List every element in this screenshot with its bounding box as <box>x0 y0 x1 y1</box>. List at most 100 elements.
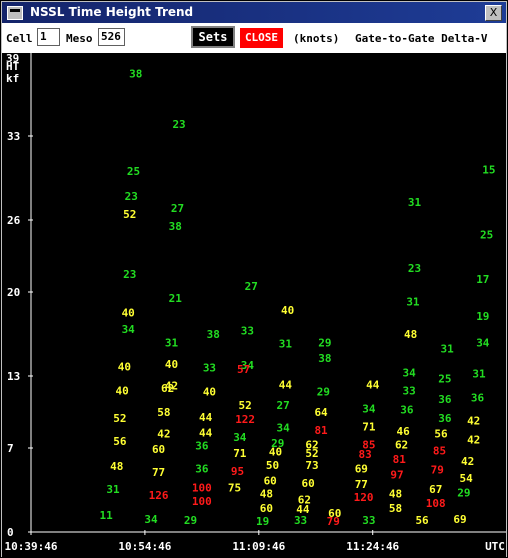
data-point-value: 44 <box>296 503 310 516</box>
window-close-icon[interactable]: X <box>485 5 502 21</box>
data-point-value: 81 <box>314 424 328 437</box>
data-point-value: 48 <box>260 488 273 501</box>
data-point-value: 71 <box>362 420 376 433</box>
meso-label: Meso <box>66 32 93 45</box>
trend-plot: 39 HT kf 33 26 20 13 7 0 10:39:46 10:54:46 11:09:4… <box>2 53 506 558</box>
toolbar: Cell 1 Meso 526 Sets CLOSE (knots) Gate-… <box>2 23 506 53</box>
data-point-value: 120 <box>354 491 374 504</box>
data-point-value: 100 <box>192 482 212 495</box>
data-point-value: 31 <box>408 196 422 209</box>
data-point-value: 60 <box>264 474 277 487</box>
data-point-value: 34 <box>233 431 247 444</box>
y-axis-label: kf <box>6 72 19 85</box>
data-point-value: 54 <box>459 472 473 485</box>
data-point-value: 11 <box>100 509 114 522</box>
data-point-value: 36 <box>195 440 209 453</box>
data-point-value: 31 <box>472 368 486 381</box>
y-tick-label: 0 <box>7 526 14 539</box>
sets-button[interactable]: Sets <box>190 25 236 49</box>
data-point-value: 36 <box>195 462 209 475</box>
mode-label: Gate-to-Gate Delta-V <box>355 32 488 45</box>
data-point-value: 71 <box>233 447 247 460</box>
data-point-value: 36 <box>400 404 414 417</box>
data-point-value: 52 <box>123 208 136 221</box>
window-title: NSSL Time Height Trend <box>30 5 194 19</box>
data-point-value: 77 <box>152 466 165 479</box>
trend-window: NSSL Time Height Trend X Cell 1 Meso 526… <box>0 0 508 558</box>
meso-input[interactable]: 526 <box>98 28 125 46</box>
data-points: 38 25 23 52 23 40 34 40 40 52 56 48 31 11 23 27 38 21 31 40… <box>100 68 496 529</box>
data-point-value: 81 <box>393 453 407 466</box>
units-label: (knots) <box>293 32 340 45</box>
data-point-value: 42 <box>467 434 480 447</box>
data-point-value: 56 <box>113 435 127 448</box>
data-point-value: 34 <box>276 422 290 435</box>
data-point-value: 38 <box>129 68 142 81</box>
data-point-value: 19 <box>476 310 489 323</box>
title-bar[interactable]: NSSL Time Height Trend X <box>2 2 506 23</box>
y-tick-label: 13 <box>7 370 20 383</box>
data-point-value: 79 <box>327 515 340 528</box>
data-point-value: 38 <box>169 220 182 233</box>
trend-chart: 39HTkf3326201370 10:39:46 10:54:46 11:09:4… <box>5 53 506 553</box>
x-unit-label: UTC <box>485 540 505 553</box>
data-point-value: 36 <box>438 393 452 406</box>
cell-input[interactable]: 1 <box>37 28 60 46</box>
window-menu-icon[interactable] <box>7 6 23 20</box>
data-point-value: 42 <box>461 455 474 468</box>
data-point-value: 25 <box>127 165 140 178</box>
data-point-value: 38 <box>318 352 331 365</box>
data-point-value: 31 <box>440 342 454 355</box>
data-point-value: 25 <box>480 228 493 241</box>
data-point-value: 31 <box>279 338 293 351</box>
data-point-value: 44 <box>199 411 213 424</box>
data-point-value: 23 <box>408 262 421 275</box>
data-point-value: 27 <box>171 202 184 215</box>
y-axis-labels: 39HTkf3326201370 <box>6 53 21 539</box>
data-point-value: 34 <box>476 336 490 349</box>
x-tick-label: 10:39:46 <box>5 540 58 553</box>
data-point-value: 52 <box>239 399 252 412</box>
data-point-value: 97 <box>390 468 403 481</box>
data-point-value: 122 <box>235 413 255 426</box>
data-point-value: 31 <box>165 336 179 349</box>
data-point-value: 77 <box>355 478 368 491</box>
data-point-value: 60 <box>152 443 165 456</box>
data-point-value: 40 <box>122 306 135 319</box>
data-point-value: 34 <box>403 366 417 379</box>
data-point-value: 17 <box>476 273 489 286</box>
data-point-value: 33 <box>403 384 416 397</box>
y-tick-label: 7 <box>7 442 14 455</box>
data-point-value: 73 <box>305 459 318 472</box>
data-point-value: 40 <box>115 384 128 397</box>
data-point-value: 42 <box>165 380 178 393</box>
data-point-value: 36 <box>438 412 452 425</box>
data-point-value: 48 <box>110 460 123 473</box>
data-point-value: 75 <box>228 482 241 495</box>
data-point-value: 83 <box>358 448 371 461</box>
data-point-value: 67 <box>429 483 442 496</box>
data-point-value: 33 <box>362 514 375 527</box>
data-point-value: 23 <box>123 268 136 281</box>
data-point-value: 56 <box>415 514 429 527</box>
data-point-value: 23 <box>172 118 185 131</box>
data-point-value: 27 <box>276 399 289 412</box>
close-button[interactable]: CLOSE <box>240 28 283 48</box>
y-tick-label: 33 <box>7 130 20 143</box>
data-point-value: 33 <box>203 362 216 375</box>
data-point-value: 48 <box>389 488 402 501</box>
data-point-value: 25 <box>438 372 451 385</box>
data-point-value: 95 <box>231 465 244 478</box>
x-tick-label: 10:54:46 <box>118 540 171 553</box>
data-point-value: 60 <box>260 502 273 515</box>
data-point-value: 29 <box>317 386 330 399</box>
data-point-value: 60 <box>302 477 315 490</box>
y-tick-label: 20 <box>7 286 20 299</box>
data-point-value: 40 <box>118 360 131 373</box>
data-point-value: 40 <box>203 386 216 399</box>
data-point-value: 38 <box>207 328 220 341</box>
data-point-value: 34 <box>362 402 376 415</box>
data-point-value: 27 <box>245 280 258 293</box>
data-point-value: 29 <box>184 514 197 527</box>
data-point-value: 40 <box>165 358 178 371</box>
